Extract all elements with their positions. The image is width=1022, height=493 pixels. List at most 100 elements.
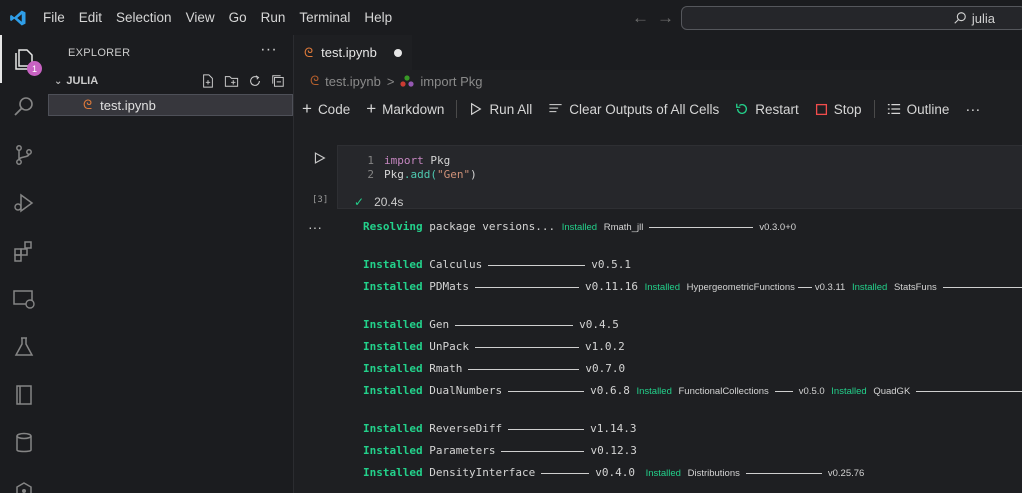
output-line-reversediff: Installed ReverseDiff v1.14.3 [363, 422, 637, 435]
back-arrow-icon[interactable]: ← [632, 8, 649, 28]
output-line-rmath: Installed Rmath v0.7.0 [363, 362, 626, 375]
code-cell[interactable]: 1 import Pkg 2 Pkg.add("Gen") ✓ 20.4s [337, 145, 1022, 209]
notebook-cells: 1 import Pkg 2 Pkg.add("Gen") ✓ 20.4s [3] … [294, 139, 1022, 493]
folder-section-julia[interactable]: ⌄ JULIA [48, 70, 293, 92]
search-icon [954, 12, 966, 24]
output-line-parameters: Installed Parameters v0.12.3 [363, 444, 637, 457]
output-line-calculus: Installed Calculus v0.5.1 [363, 258, 631, 271]
breadcrumb-file[interactable]: test.ipynb [325, 74, 381, 89]
clear-outputs-label: Clear Outputs of All Cells [569, 101, 720, 117]
editor-area: ᘓ test.ipynb ᘓ test.ipynb > import Pkg +… [294, 35, 1022, 493]
menu-terminal[interactable]: Terminal [292, 0, 357, 35]
file-item-test-ipynb[interactable]: ᘓ test.ipynb [48, 94, 293, 116]
cell-status: ✓ 20.4s [354, 195, 403, 209]
execution-time: 20.4s [374, 195, 404, 209]
menu-selection[interactable]: Selection [109, 0, 179, 35]
plus-icon: + [302, 99, 312, 118]
breadcrumb-separator: > [386, 73, 395, 89]
search-text: julia [971, 10, 995, 26]
kubernetes-activity[interactable] [0, 467, 48, 493]
command-center-search[interactable]: julia [681, 6, 1022, 30]
clear-outputs-button[interactable]: Clear Outputs of All Cells [548, 102, 719, 117]
explorer-activity[interactable]: 1 [0, 35, 48, 83]
collapse-all-icon[interactable] [271, 74, 285, 88]
plus-icon: + [366, 99, 377, 118]
outline-button[interactable]: Outline [887, 101, 950, 117]
database-icon [16, 432, 32, 453]
tab-test-ipynb[interactable]: ᘓ test.ipynb [294, 35, 412, 70]
explorer-header: EXPLORER ··· [48, 35, 293, 70]
breadcrumb: ᘓ test.ipynb > import Pkg [294, 70, 1022, 92]
forward-arrow-icon[interactable]: → [657, 8, 674, 28]
vscode-logo-icon [0, 0, 36, 35]
toolbar-divider [456, 100, 458, 118]
remote-explorer-icon [13, 290, 35, 309]
menu-edit[interactable]: Edit [72, 0, 109, 35]
menu-file[interactable]: File [36, 0, 72, 35]
explorer-title: EXPLORER [68, 46, 131, 59]
check-icon: ✓ [354, 195, 365, 209]
toolbar-divider [873, 100, 875, 118]
code-line-2: 2 Pkg.add("Gen") [367, 168, 477, 181]
new-file-icon[interactable] [201, 74, 215, 88]
add-markdown-label: Markdown [382, 101, 445, 117]
notebook-activity[interactable] [0, 371, 48, 419]
stop-label: Stop [833, 101, 862, 117]
refresh-icon[interactable] [248, 74, 262, 88]
breadcrumb-symbol[interactable]: import Pkg [420, 74, 482, 89]
add-code-cell-button[interactable]: + Code [302, 99, 350, 119]
output-line-unpack: Installed UnPack v1.0.2 [363, 340, 625, 353]
navigation-arrows: ← → [632, 0, 674, 35]
output-line-gen: Installed Gen v0.4.5 [363, 318, 619, 331]
restart-icon [736, 103, 748, 115]
database-activity[interactable] [0, 419, 48, 467]
search-icon [14, 97, 33, 116]
remote-explorer-activity[interactable] [0, 275, 48, 323]
helm-icon [16, 482, 32, 493]
run-debug-activity[interactable] [0, 179, 48, 227]
execution-count: [3] [312, 195, 329, 205]
book-icon [16, 385, 32, 405]
activity-bar: 1 [0, 35, 48, 493]
menu-view[interactable]: View [179, 0, 222, 35]
run-all-label: Run All [489, 101, 533, 117]
output-line-dualnumbers: Installed DualNumbers v0.6.8 Installed Fu… [363, 384, 1022, 397]
code-editor[interactable]: 1 import Pkg 2 Pkg.add("Gen") [358, 154, 477, 182]
notification-badge: 1 [27, 61, 42, 76]
menu-help[interactable]: Help [357, 0, 399, 35]
code-line-1: 1 import Pkg [367, 154, 451, 167]
menu-go[interactable]: Go [222, 0, 254, 35]
jupyter-file-icon: ᘓ [304, 44, 314, 60]
run-cell-button[interactable] [313, 151, 326, 168]
testing-activity[interactable] [0, 323, 48, 371]
more-actions-icon[interactable]: ··· [260, 41, 277, 59]
add-markdown-cell-button[interactable]: + Markdown [366, 99, 444, 119]
notebook-toolbar: + Code + Markdown Run All Clear Outputs … [294, 92, 1022, 126]
menu-run[interactable]: Run [254, 0, 293, 35]
output-line-pdmats: Installed PDMats v0.11.16 Installed Hyper… [363, 280, 1022, 293]
stop-icon [815, 103, 827, 115]
source-control-activity[interactable] [0, 131, 48, 179]
unsaved-dot-icon[interactable] [394, 49, 402, 57]
outline-icon [887, 104, 900, 114]
extensions-icon [14, 241, 32, 262]
restart-button[interactable]: Restart [735, 102, 799, 117]
search-activity[interactable] [0, 83, 48, 131]
clear-all-icon [549, 104, 562, 113]
flask-icon [14, 337, 34, 356]
run-all-button[interactable]: Run All [469, 102, 532, 117]
run-debug-icon [14, 193, 34, 213]
output-line-resolving: Resolving package versions... Installed … [363, 220, 797, 233]
menu-bar: File Edit Selection View Go Run Terminal… [36, 0, 399, 35]
output-more-icon[interactable]: ··· [308, 219, 322, 235]
explorer-sidebar: EXPLORER ··· ⌄ JULIA ᘓ test.ipynb [48, 35, 294, 493]
outline-label: Outline [906, 101, 950, 117]
new-folder-icon[interactable] [224, 74, 239, 88]
more-actions-icon[interactable]: ··· [965, 101, 980, 118]
folder-actions [201, 70, 285, 92]
add-code-label: Code [317, 101, 351, 117]
editor-tabs: ᘓ test.ipynb [294, 35, 1022, 70]
folder-name: JULIA [66, 75, 99, 87]
stop-button[interactable]: Stop [815, 102, 862, 117]
extensions-activity[interactable] [0, 227, 48, 275]
